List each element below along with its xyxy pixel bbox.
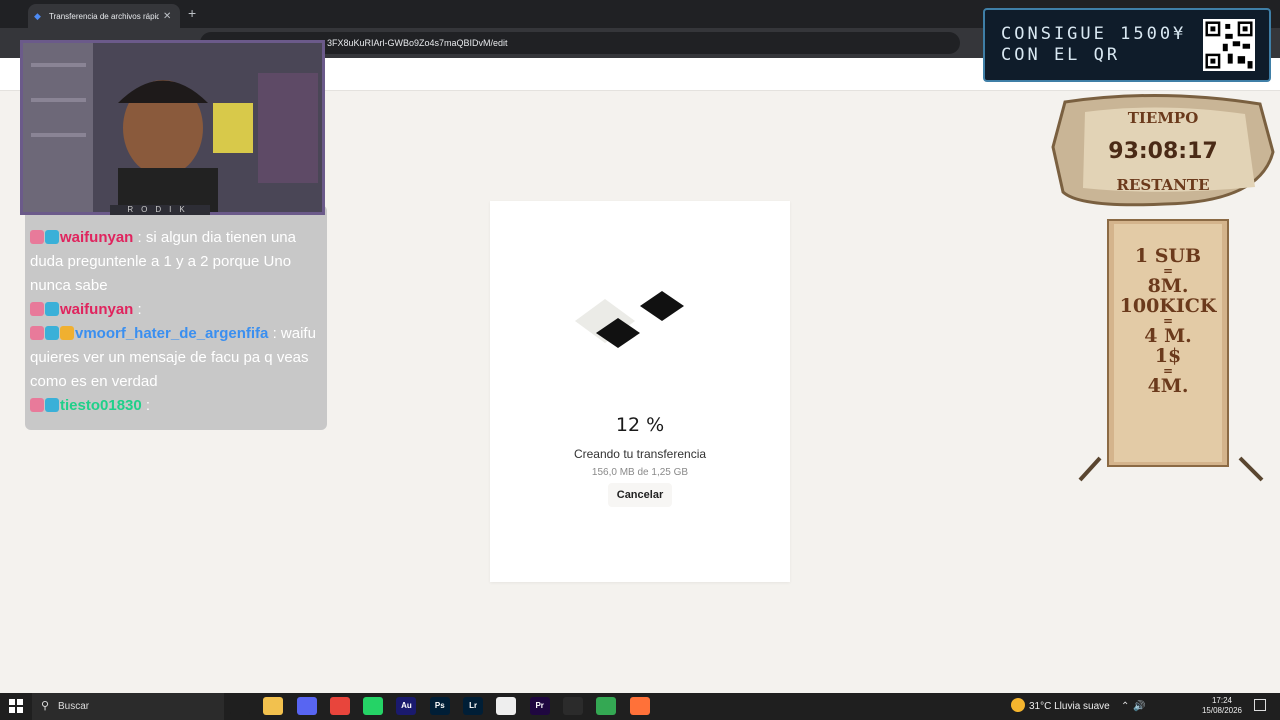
windows-taskbar: ⚲ Buscar Au Ps Lr Pr 31°C Lluvia suave ⌃🔊 1… (0, 693, 1280, 720)
badge-icon (30, 230, 44, 244)
chat-text: : (133, 301, 142, 318)
badge-icon (30, 326, 44, 340)
badge-icon (45, 230, 59, 244)
browser-tab[interactable]: ◆ Transferencia de archivos rápida ✕ (28, 4, 180, 28)
logo-dark-diamond-top (640, 291, 684, 321)
webcam-feed (20, 40, 325, 215)
obs-icon[interactable] (562, 697, 583, 715)
new-tab-icon[interactable]: + (188, 5, 196, 21)
search-placeholder: Buscar (58, 701, 90, 712)
whatsapp-icon[interactable] (363, 697, 384, 715)
badge-icon (60, 326, 74, 340)
windows-start-icon[interactable] (9, 699, 23, 713)
timer-label-bottom: RESTANTE (1116, 176, 1209, 194)
scroll-line: 1 SUB (1134, 245, 1202, 267)
badge-icon (45, 302, 59, 316)
transfer-logo (575, 291, 684, 348)
file-explorer-icon[interactable] (263, 697, 284, 715)
transfer-card: 12 % Creando tu transferencia 156,0 MB d… (490, 201, 790, 582)
close-icon[interactable]: ✕ (163, 11, 171, 22)
qr-code-icon (1203, 19, 1255, 71)
qr-promo-banner: CONSIGUE 1500¥ CON EL QR (983, 8, 1271, 82)
chat-message: waifunyan : si algun dia tienen una duda… (25, 226, 327, 298)
timer-value: 93:08:17 (1108, 139, 1217, 164)
chrome-active-icon[interactable] (596, 697, 617, 715)
weather-widget[interactable]: 31°C Lluvia suave (1011, 693, 1110, 720)
promo-line-1: CONSIGUE 1500¥ (1001, 24, 1187, 44)
badge-icon (45, 398, 59, 412)
audition-icon[interactable]: Au (396, 697, 417, 715)
chat-username[interactable]: waifunyan (60, 301, 133, 318)
chrome-icon[interactable] (329, 697, 350, 715)
notification-icon[interactable] (1254, 699, 1266, 711)
clock-date: 15/08/2026 (1201, 706, 1243, 715)
progress-percent: 12 % (615, 414, 665, 436)
promo-line-2: CON EL QR (1001, 45, 1121, 65)
chat-text: : (141, 397, 151, 414)
system-tray-icons[interactable]: ⌃🔊 (1121, 693, 1150, 720)
scroll-line: 4 M. (1144, 325, 1192, 347)
taskbar-clock[interactable]: 17:24 15/08/2026 (1200, 696, 1244, 716)
discord-icon[interactable] (296, 697, 317, 715)
chat-message: waifunyan : (25, 298, 327, 322)
badge-icon (30, 398, 44, 412)
scroll-line: 100KICK (1119, 295, 1217, 317)
photoshop-icon[interactable]: Ps (429, 697, 450, 715)
lightroom-icon[interactable]: Lr (463, 697, 484, 715)
taskbar-search[interactable]: ⚲ Buscar (32, 693, 224, 720)
webcam-name-plate: RODIK (110, 205, 210, 215)
cancel-button[interactable]: Cancelar (608, 483, 672, 507)
scroll-line: 8M. (1147, 275, 1189, 297)
badge-icon (45, 326, 59, 340)
webcam-image (23, 43, 322, 212)
donation-scroll-overlay: 1 SUB = 8M. 100KICK = 4 M. 1$ = 4M. (1070, 218, 1270, 493)
dropbox-icon: ◆ (34, 11, 41, 21)
scroll-line: 4M. (1147, 375, 1189, 397)
status-text: Creando tu transferencia (573, 447, 707, 461)
task-view-icon[interactable] (230, 697, 250, 715)
chat-message: vmoorf_hater_de_argenfifa : waifu quiere… (25, 322, 327, 394)
taskbar-apps: Au Ps Lr Pr (230, 697, 663, 715)
chat-username[interactable]: vmoorf_hater_de_argenfifa (75, 325, 268, 342)
capcut-icon[interactable] (496, 697, 517, 715)
firefox-icon[interactable] (629, 697, 650, 715)
premiere-icon[interactable]: Pr (529, 697, 550, 715)
stream-chat: waifunyan : si algun dia tienen una duda… (25, 205, 327, 430)
weather-icon (1011, 698, 1025, 712)
clock-time: 17:24 (1211, 696, 1233, 705)
size-progress: 156,0 MB de 1,25 GB (591, 467, 689, 478)
countdown-timer-overlay: TIEMPO 93:08:17 RESTANTE (1051, 93, 1275, 207)
chat-username[interactable]: waifunyan (60, 229, 133, 246)
chat-message: tiesto01830 : (25, 394, 327, 418)
search-icon: ⚲ (41, 700, 50, 712)
timer-label-top: TIEMPO (1128, 109, 1199, 127)
weather-condition: Lluvia suave (1054, 701, 1110, 712)
badge-icon (30, 302, 44, 316)
scroll-text: 1 SUB = 8M. 100KICK = 4 M. 1$ = 4M. (1108, 246, 1228, 396)
chat-username[interactable]: tiesto01830 (60, 397, 142, 414)
scroll-line: 1$ (1154, 345, 1182, 367)
temperature: 31°C (1029, 701, 1052, 712)
tab-title: Transferencia de archivos rápida (49, 11, 159, 21)
